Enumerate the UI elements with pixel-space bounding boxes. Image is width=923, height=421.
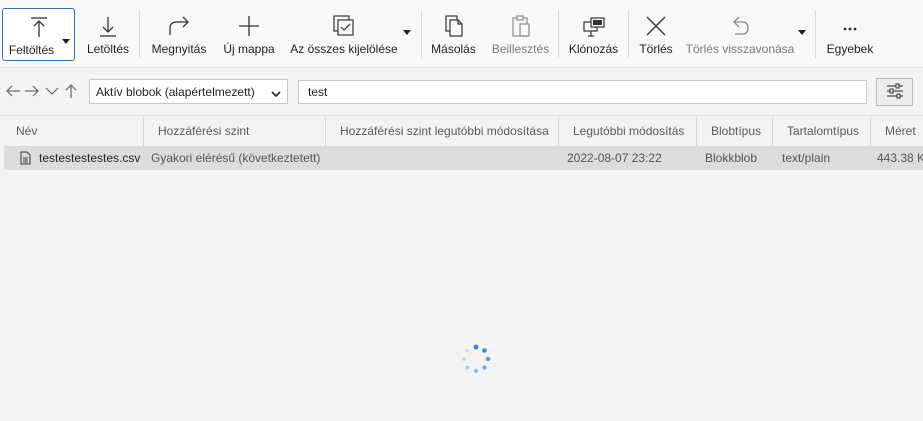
search-input-value: test [308,85,328,99]
recent-chevron-down-icon[interactable] [44,83,60,102]
download-icon [98,8,118,38]
delete-button[interactable]: Törlés [638,8,674,61]
sliders-icon [886,83,904,102]
filter-settings-button[interactable] [876,78,913,106]
copy-icon [443,8,465,38]
undo-icon [729,8,751,38]
upload-button[interactable]: Feltöltés [2,8,75,61]
back-arrow-icon[interactable] [5,83,21,102]
x-icon [645,8,667,38]
loading-spinner-icon [459,342,493,376]
paste-icon [510,8,532,38]
new-folder-button[interactable]: Új mappa [220,8,278,61]
forward-arrow-icon[interactable] [24,83,40,102]
cell-last-modified: 2022-08-07 23:22 [567,151,662,165]
toolbar-divider [558,10,559,58]
copy-button[interactable]: Másolás [430,8,477,61]
cell-name: testestestestes.csv [39,151,141,165]
cell-blob-type: Blokkblob [705,151,758,165]
search-input[interactable]: test [298,80,867,104]
clone-button[interactable]: Klónozás [567,8,620,61]
column-header-content-type[interactable]: Tartalomtípus [773,117,871,146]
cell-size: 443.38 KB [877,151,923,165]
cell-access-tier-changed [340,146,560,170]
table-header: Név Hozzáférési szint Hozzáférési szint … [0,117,923,146]
upload-dropdown-icon[interactable] [62,39,70,44]
clone-icon [582,8,606,38]
cell-content-type: text/plain [782,151,831,165]
file-icon [20,151,31,168]
toolbar-divider [139,10,140,58]
column-header-last-modified[interactable]: Legutóbbi módosítás [559,117,697,146]
download-button[interactable]: Letöltés [84,8,132,61]
select-all-button[interactable]: Az összes kijelölése [289,8,399,61]
column-header-access-tier-changed[interactable]: Hozzáférési szint legutóbbi módosítása [326,117,559,146]
chevron-down-icon [271,87,281,101]
undelete-dropdown-icon[interactable] [798,30,806,35]
download-label: Letöltés [86,42,130,56]
toolbar: Feltöltés Letöltés Megnyitás Új mappa Az… [0,0,923,68]
upload-icon [29,9,49,39]
toolbar-divider [421,10,422,58]
table-row[interactable]: testestestestes.csv Gyakori elérésű (köv… [4,146,923,170]
new-folder-label: Új mappa [223,42,275,56]
paste-label: Beillesztés [491,42,550,56]
undelete-label: Törlés visszavonása [685,42,795,56]
toolbar-divider [815,10,816,58]
select-all-icon [332,8,356,38]
more-label: Egyebek [826,42,874,56]
undelete-button[interactable]: Törlés visszavonása [686,8,794,61]
upload-label: Feltöltés [8,43,55,57]
open-arrow-icon [167,8,191,38]
up-arrow-icon[interactable] [63,83,79,102]
select-all-dropdown-icon[interactable] [403,30,411,35]
more-button[interactable]: Egyebek [824,8,876,61]
column-header-access-tier[interactable]: Hozzáférési szint [144,117,326,146]
plus-icon [238,8,260,38]
column-header-name[interactable]: Név [2,117,144,146]
column-header-size[interactable]: Méret [871,117,923,146]
navigation-bar: Aktív blobok (alapértelmezett) test [0,68,923,116]
paste-button[interactable]: Beillesztés [491,8,550,61]
cell-access-tier: Gyakori elérésű (következtetett) [151,151,321,165]
select-all-label: Az összes kijelölése [290,42,398,56]
column-header-blob-type[interactable]: Blobtípus [697,117,773,146]
delete-label: Törlés [639,42,673,56]
blob-filter-select[interactable]: Aktív blobok (alapértelmezett) [89,79,288,104]
toolbar-divider [628,10,629,58]
open-button[interactable]: Megnyitás [148,8,210,61]
clone-label: Klónozás [568,42,619,56]
ellipsis-icon [840,8,860,38]
copy-label: Másolás [431,42,476,56]
blob-filter-value: Aktív blobok (alapértelmezett) [96,84,255,99]
open-label: Megnyitás [151,42,207,56]
